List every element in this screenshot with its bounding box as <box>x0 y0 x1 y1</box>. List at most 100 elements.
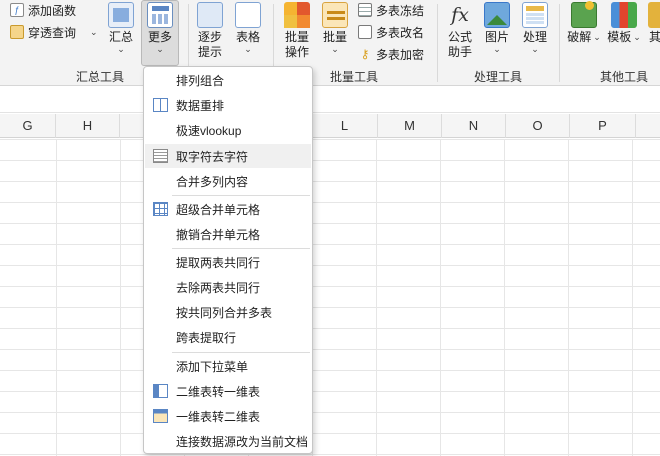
multi-sheet-rename-button[interactable]: 多表改名 <box>358 22 424 42</box>
menu-item-fast-vlookup[interactable]: 极速vlookup <box>145 118 311 142</box>
step-prompt-label-2: 提示 <box>197 45 222 59</box>
menu-item-extract-common-rows[interactable]: 提取两表共同行 <box>145 250 311 274</box>
batch-icon <box>322 2 348 28</box>
menu-item-label: 添加下拉菜单 <box>176 359 249 374</box>
menu-item-super-merge-cells[interactable]: 超级合并单元格 <box>145 197 311 221</box>
menu-item-reorder-data[interactable]: 数据重排 <box>145 93 311 117</box>
1d-to-2d-icon <box>153 409 168 423</box>
formula-bar-area <box>0 87 660 113</box>
image-icon <box>484 2 510 28</box>
ribbon: ƒ 添加函数 穿透查询 ⌄ 汇总 ⌄ 更多 ⌄ 汇总工具 逐步 提示 表格 ⌄ <box>0 0 660 86</box>
multi-rename-label: 多表改名 <box>376 25 425 40</box>
menu-item-cross-sheet-extract[interactable]: 跨表提取行 <box>145 325 311 349</box>
menu-item-label: 合并多列内容 <box>176 174 249 189</box>
fx-icon: fx <box>451 4 469 26</box>
crack-label: 破解 <box>567 30 592 44</box>
spreadsheet-grid[interactable] <box>0 139 660 456</box>
crack-label-row: 破解 ⌄ <box>567 30 601 45</box>
menu-item-label: 取字符去字符 <box>176 149 249 164</box>
chevron-down-icon: ⌄ <box>633 32 641 42</box>
multi-sheet-freeze-button[interactable]: 多表冻结 <box>358 0 424 20</box>
column-header-n[interactable]: N <box>442 114 506 138</box>
merge-cells-icon <box>153 202 168 216</box>
column-header-m[interactable]: M <box>378 114 442 138</box>
function-icon: ƒ <box>10 3 24 17</box>
template-icon <box>611 2 637 28</box>
menu-item-label: 跨表提取行 <box>176 330 237 345</box>
sheet-format-label: 表格 <box>235 30 260 44</box>
step-prompt-label-1: 逐步 <box>197 30 222 44</box>
menu-item-merge-by-column[interactable]: 按共同列合并多表 <box>145 300 311 324</box>
menu-item-unmerge-cells[interactable]: 撤销合并单元格 <box>145 222 311 246</box>
image-button[interactable]: 图片 ⌄ <box>482 2 512 54</box>
column-header-h[interactable]: H <box>56 114 120 138</box>
menu-item-label: 排列组合 <box>176 73 225 88</box>
pivot-query-label: 穿透查询 <box>28 25 77 40</box>
batch-button[interactable]: 批量 ⌄ <box>319 2 351 54</box>
menu-item-add-dropdown[interactable]: 添加下拉菜单 <box>145 354 311 378</box>
add-function-button[interactable]: ƒ 添加函数 <box>10 0 76 20</box>
other-icon <box>648 2 660 28</box>
menu-item-permutation[interactable]: 排列组合 <box>145 68 311 92</box>
menu-item-2d-to-1d[interactable]: 二维表转一维表 <box>145 379 311 403</box>
pivot-query-icon <box>10 25 24 39</box>
menu-item-label: 极速vlookup <box>176 123 242 138</box>
column-header-row: G H L M N O P <box>0 114 660 138</box>
group-divider <box>437 4 438 82</box>
crack-icon <box>571 1 597 28</box>
rename-icon <box>358 25 372 39</box>
key-icon: ⚷ <box>360 47 370 61</box>
formula-assistant-button[interactable]: fx 公式 助手 <box>444 2 476 60</box>
column-header-p[interactable]: P <box>570 114 636 138</box>
text-extract-icon <box>153 149 168 163</box>
menu-item-label: 一维表转二维表 <box>176 409 261 424</box>
menu-item-1d-to-2d[interactable]: 一维表转二维表 <box>145 404 311 428</box>
summary-label: 汇总 <box>108 30 133 44</box>
column-header-o[interactable]: O <box>506 114 570 138</box>
menu-item-label: 超级合并单元格 <box>176 202 261 217</box>
sheet-format-icon <box>235 2 261 28</box>
batch-operation-label-2: 操作 <box>284 45 309 59</box>
multi-sheet-encrypt-button[interactable]: ⚷ 多表加密 <box>358 44 424 64</box>
multi-freeze-label: 多表冻结 <box>376 3 425 18</box>
column-header-l[interactable]: L <box>312 114 378 138</box>
menu-item-merge-columns[interactable]: 合并多列内容 <box>145 169 311 193</box>
summary-button[interactable]: 汇总 ⌄ <box>105 2 137 54</box>
process-label: 处理 <box>522 30 547 44</box>
chevron-down-icon: ⌄ <box>90 26 98 37</box>
batch-operation-label-1: 批量 <box>284 30 309 44</box>
step-prompt-icon <box>197 2 223 28</box>
crack-button[interactable]: 破解 ⌄ <box>566 1 602 45</box>
menu-item-label: 数据重排 <box>176 98 225 113</box>
column-header-g[interactable]: G <box>0 114 56 138</box>
process-tools-group-label: 处理工具 <box>473 70 522 84</box>
template-button[interactable]: 模板 ⌄ <box>606 2 642 45</box>
pivot-query-button[interactable]: 穿透查询 ⌄ <box>10 22 98 42</box>
other-button[interactable]: 其他 <box>646 2 660 45</box>
menu-item-label: 按共同列合并多表 <box>176 305 273 320</box>
formula-label-2: 助手 <box>447 45 472 59</box>
chevron-down-icon: ⌄ <box>593 32 601 42</box>
add-function-label: 添加函数 <box>28 3 77 18</box>
menu-item-remove-common-rows[interactable]: 去除两表共同行 <box>145 275 311 299</box>
menu-item-change-data-source[interactable]: 连接数据源改为当前文档 <box>145 429 311 453</box>
menu-item-label: 撤销合并单元格 <box>176 227 261 242</box>
menu-item-text-extract[interactable]: 取字符去字符 <box>145 144 311 168</box>
group-divider <box>559 4 560 82</box>
menu-divider <box>172 352 310 353</box>
2d-to-1d-icon <box>153 384 168 398</box>
chevron-down-icon: ⌄ <box>117 44 125 54</box>
multi-encrypt-label: 多表加密 <box>376 47 425 62</box>
chevron-down-icon: ⌄ <box>331 44 339 54</box>
sheet-format-button[interactable]: 表格 ⌄ <box>232 2 264 54</box>
chevron-down-icon: ⌄ <box>156 44 164 54</box>
batch-label: 批量 <box>322 30 347 44</box>
more-button[interactable]: 更多 ⌄ <box>144 2 176 54</box>
menu-item-label: 连接数据源改为当前文档 <box>176 434 309 449</box>
chevron-down-icon: ⌄ <box>244 44 252 54</box>
batch-tools-group-label: 批量工具 <box>329 70 378 84</box>
menu-item-label: 提取两表共同行 <box>176 255 261 270</box>
process-button[interactable]: 处理 ⌄ <box>519 2 551 54</box>
batch-operation-button[interactable]: 批量 操作 <box>281 2 313 60</box>
step-prompt-button[interactable]: 逐步 提示 <box>194 2 226 60</box>
